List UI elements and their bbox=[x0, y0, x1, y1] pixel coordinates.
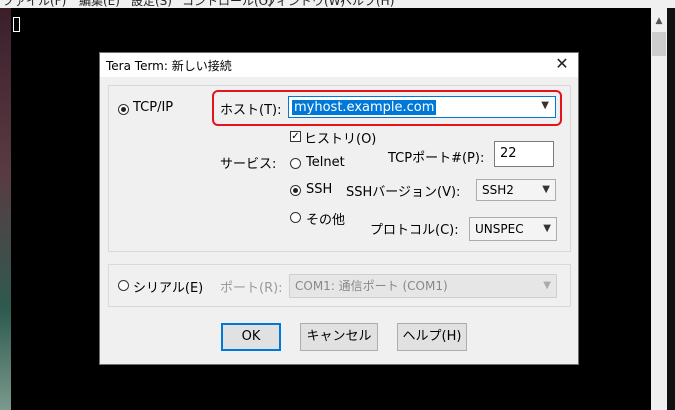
ok-button[interactable]: OK bbox=[221, 323, 281, 351]
telnet-label[interactable]: Telnet bbox=[306, 155, 345, 170]
ssh-version-value: SSH2 bbox=[482, 183, 514, 197]
menu-bar: ファイル(F) 編集(E) 設定(S) コントロール(O) ウィンドウ(W) ヘ… bbox=[0, 0, 675, 8]
terminal-cursor bbox=[13, 17, 20, 32]
protocol-value: UNSPEC bbox=[475, 222, 524, 236]
menu-file[interactable]: ファイル(F) bbox=[2, 0, 66, 8]
chevron-down-icon[interactable]: ▼ bbox=[543, 218, 551, 240]
tcpip-label[interactable]: TCP/IP bbox=[133, 100, 173, 115]
host-highlight-annotation bbox=[212, 90, 562, 126]
ssh-label[interactable]: SSH bbox=[306, 182, 332, 197]
menu-settings[interactable]: 設定(S) bbox=[131, 0, 172, 8]
menu-help[interactable]: ヘルプ(H) bbox=[340, 0, 394, 8]
tcpip-radio[interactable] bbox=[118, 104, 129, 115]
desktop-background bbox=[0, 8, 11, 410]
scroll-up-icon[interactable]: ▲ bbox=[651, 14, 667, 28]
menu-edit[interactable]: 編集(E) bbox=[79, 0, 120, 8]
dialog-titlebar: Tera Term: 新しい接続 ✕ bbox=[100, 53, 578, 77]
port-value: COM1: 通信ポート (COM1) bbox=[295, 279, 448, 293]
scrollbar-thumb[interactable] bbox=[652, 32, 666, 56]
serial-label[interactable]: シリアル(E) bbox=[133, 277, 203, 296]
history-checkbox[interactable]: ✓ bbox=[290, 131, 301, 142]
new-connection-dialog: Tera Term: 新しい接続 ✕ TCP/IP ホスト(T): myhost… bbox=[99, 52, 579, 365]
service-label: サービス: bbox=[220, 157, 277, 172]
protocol-label: プロトコル(C): bbox=[370, 223, 459, 238]
protocol-select[interactable]: UNSPEC ▼ bbox=[469, 217, 557, 241]
tcp-port-label: TCPポート#(P): bbox=[388, 151, 485, 166]
menu-window[interactable]: ウィンドウ(W) bbox=[264, 0, 345, 8]
port-label: ポート(R): bbox=[220, 281, 283, 296]
tcp-port-input[interactable]: 22 bbox=[494, 141, 554, 167]
history-label[interactable]: ヒストリ(O) bbox=[304, 128, 376, 147]
dialog-title: Tera Term: 新しい接続 bbox=[106, 59, 232, 73]
vertical-scrollbar[interactable]: ▲ bbox=[651, 8, 667, 410]
chevron-down-icon[interactable]: ▼ bbox=[542, 180, 550, 200]
telnet-radio[interactable] bbox=[290, 158, 301, 169]
menu-control[interactable]: コントロール(O) bbox=[182, 0, 273, 8]
window-edge bbox=[667, 8, 675, 410]
other-radio[interactable] bbox=[290, 212, 301, 223]
chevron-down-icon[interactable]: ▼ bbox=[543, 275, 551, 297]
ssh-radio[interactable] bbox=[290, 185, 301, 196]
port-select[interactable]: COM1: 通信ポート (COM1) ▼ bbox=[289, 274, 557, 298]
close-icon[interactable]: ✕ bbox=[552, 54, 572, 74]
serial-radio[interactable] bbox=[118, 280, 129, 291]
cancel-button[interactable]: キャンセル bbox=[300, 323, 378, 351]
help-button[interactable]: ヘルプ(H) bbox=[397, 323, 467, 351]
other-label[interactable]: その他 bbox=[306, 209, 345, 228]
ssh-version-label: SSHバージョン(V): bbox=[346, 185, 461, 200]
ssh-version-select[interactable]: SSH2 ▼ bbox=[476, 179, 556, 201]
